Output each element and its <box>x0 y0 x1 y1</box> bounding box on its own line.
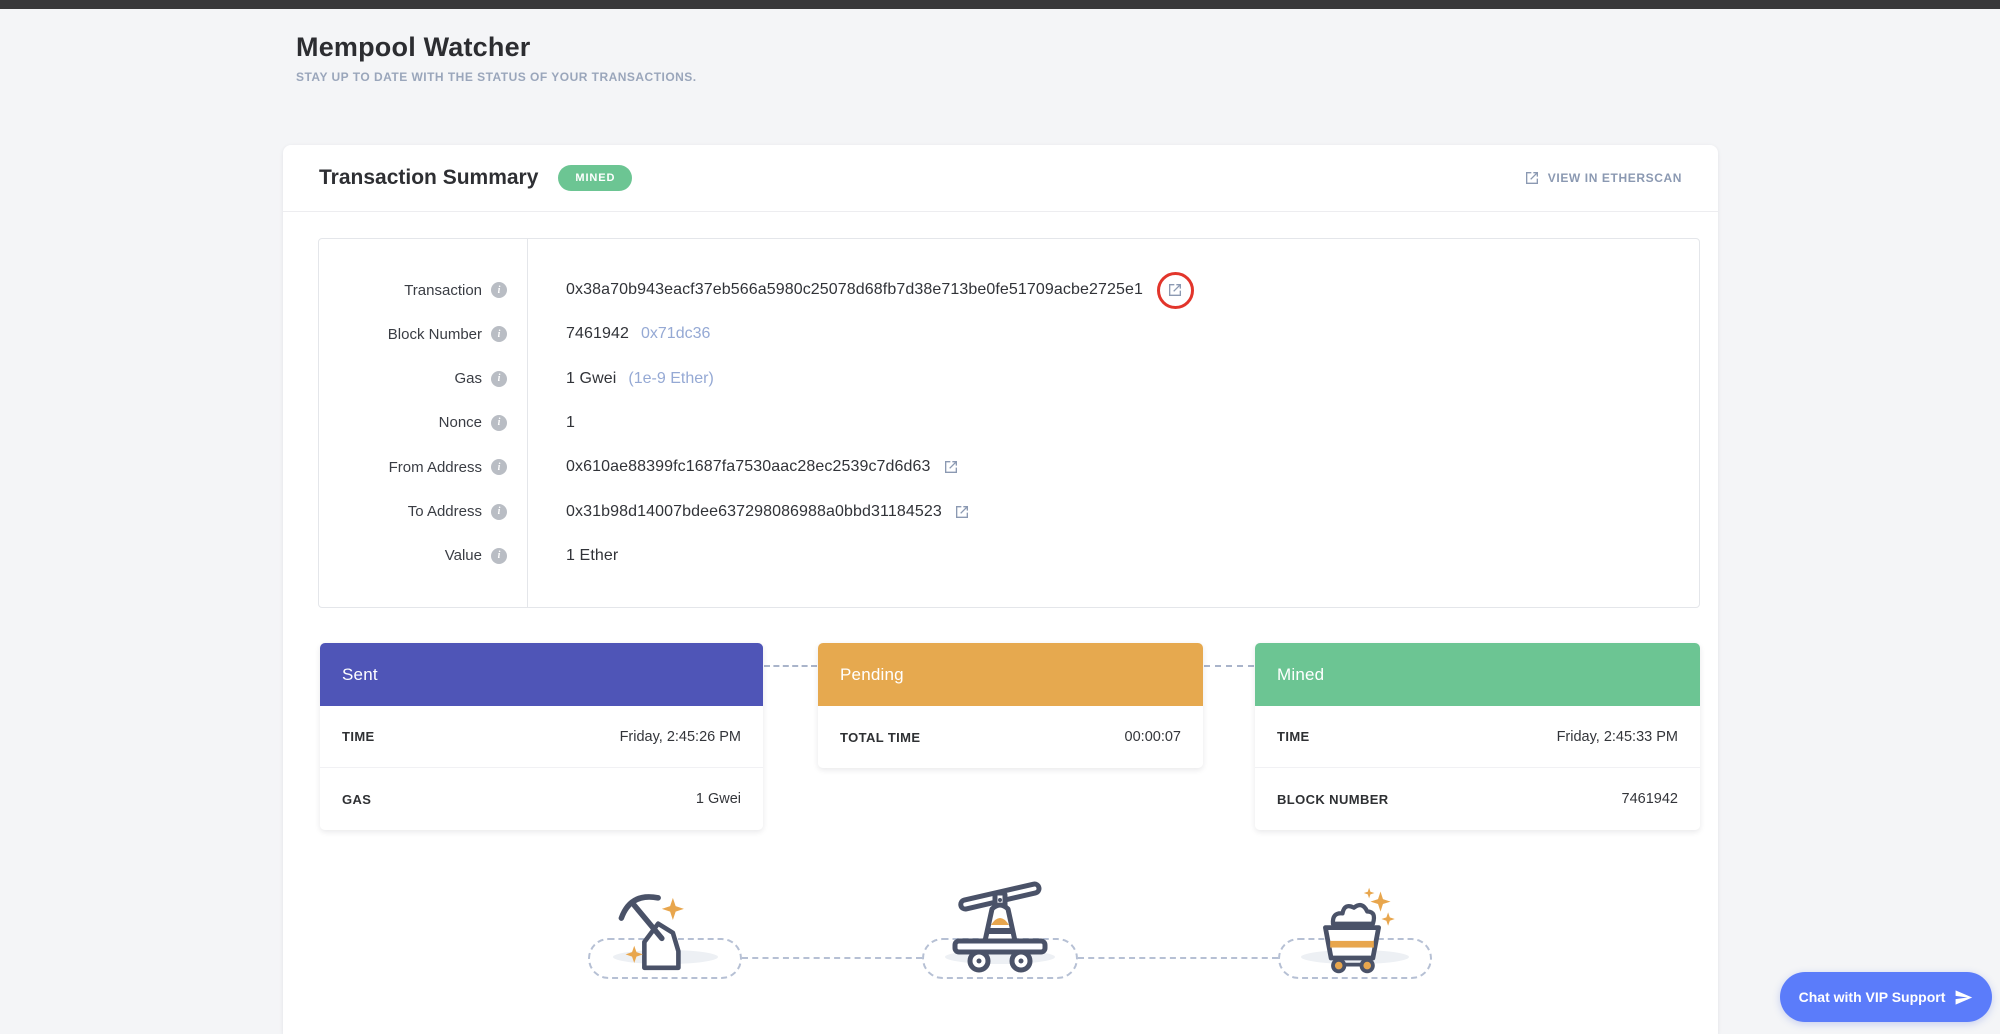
handcar-icon <box>943 875 1058 975</box>
external-link-icon[interactable] <box>1167 282 1183 298</box>
mined-status-card: Mined TIME Friday, 2:45:33 PM BLOCK NUMB… <box>1255 643 1700 830</box>
sent-card-header: Sent <box>320 643 763 706</box>
table-row-from-address: From Address i 0x610ae88399fc1687fa7530a… <box>319 445 1699 489</box>
chat-button-label: Chat with VIP Support <box>1799 989 1946 1005</box>
info-icon[interactable]: i <box>491 282 507 298</box>
status-badge: MINED <box>558 165 632 191</box>
sent-pending-connector <box>764 665 817 667</box>
info-icon[interactable]: i <box>491 504 507 520</box>
transaction-hash: 0x38a70b943eacf37eb566a5980c25078d68fb7d… <box>566 281 1143 299</box>
page-header: Mempool Watcher STAY UP TO DATE WITH THE… <box>296 32 697 84</box>
row-label: TIME <box>342 729 375 744</box>
external-link-icon[interactable] <box>954 504 970 520</box>
pending-mined-connector <box>1204 665 1254 667</box>
column-divider <box>527 239 528 607</box>
mined-block-number-row: BLOCK NUMBER 7461942 <box>1255 768 1700 830</box>
transaction-details-table: Transaction i 0x38a70b943eacf37eb566a598… <box>318 238 1700 608</box>
table-row-block-number: Block Number i 7461942 0x71dc36 <box>319 312 1699 356</box>
page-title: Mempool Watcher <box>296 32 697 63</box>
info-icon[interactable]: i <box>491 415 507 431</box>
pending-total-time-value: 00:00:07 <box>1125 729 1181 745</box>
table-row-nonce: Nonce i 1 <box>319 401 1699 445</box>
ether-value: 1 Ether <box>566 547 618 565</box>
info-icon[interactable]: i <box>491 459 507 475</box>
paper-plane-icon <box>1954 988 1973 1007</box>
pending-card-header: Pending <box>818 643 1203 706</box>
row-label: GAS <box>342 792 371 807</box>
mined-time-row: TIME Friday, 2:45:33 PM <box>1255 706 1700 768</box>
to-address-value: 0x31b98d14007bdee637298086988a0bbd311845… <box>566 503 942 521</box>
info-icon[interactable]: i <box>491 371 507 387</box>
row-label: Gas <box>454 370 482 387</box>
pickaxe-rock-icon <box>610 885 710 977</box>
from-address-value: 0x610ae88399fc1687fa7530aac28ec2539c7d6d… <box>566 458 931 476</box>
mined-card-title: Mined <box>1277 665 1324 685</box>
table-row-value: Value i 1 Ether <box>319 534 1699 578</box>
row-label: Block Number <box>388 326 482 343</box>
card-header: Transaction Summary MINED VIEW IN ETHERS… <box>283 145 1718 212</box>
table-row-transaction: Transaction i 0x38a70b943eacf37eb566a598… <box>319 268 1699 312</box>
row-label: Nonce <box>439 414 482 431</box>
chat-with-vip-support-button[interactable]: Chat with VIP Support <box>1780 972 1992 1022</box>
external-link-icon[interactable] <box>943 459 959 475</box>
pending-total-time-row: TOTAL TIME 00:00:07 <box>818 706 1203 768</box>
nonce-value: 1 <box>566 414 575 432</box>
mined-time-value: Friday, 2:45:33 PM <box>1557 729 1678 745</box>
row-label: TOTAL TIME <box>840 730 920 745</box>
mined-card-header: Mined <box>1255 643 1700 706</box>
table-row-gas: Gas i 1 Gwei (1e-9 Ether) <box>319 357 1699 401</box>
row-label: To Address <box>408 503 482 520</box>
external-link-icon <box>1524 170 1540 186</box>
view-in-etherscan-link[interactable]: VIEW IN ETHERSCAN <box>1524 170 1682 186</box>
gas-value: 1 Gwei <box>566 370 616 388</box>
table-row-to-address: To Address i 0x31b98d14007bdee6372980869… <box>319 489 1699 533</box>
sent-card-title: Sent <box>342 665 378 685</box>
row-label: From Address <box>389 459 482 476</box>
page-subtitle: STAY UP TO DATE WITH THE STATUS OF YOUR … <box>296 70 697 84</box>
gas-ether-equivalent: (1e-9 Ether) <box>628 370 713 388</box>
pending-card-title: Pending <box>840 665 904 685</box>
etherscan-link-label: VIEW IN ETHERSCAN <box>1548 171 1682 185</box>
row-label: Value <box>445 547 482 564</box>
row-label: BLOCK NUMBER <box>1277 792 1389 807</box>
info-icon[interactable]: i <box>491 326 507 342</box>
mining-cart-icon <box>1303 882 1401 977</box>
top-window-bar <box>0 0 2000 9</box>
mined-block-number-value: 7461942 <box>1622 791 1678 807</box>
transaction-summary-card: Transaction Summary MINED VIEW IN ETHERS… <box>283 145 1718 1034</box>
journey-connector-2 <box>1078 957 1278 959</box>
sent-gas-row: GAS 1 Gwei <box>320 768 763 830</box>
sent-time-value: Friday, 2:45:26 PM <box>620 729 741 745</box>
block-number-hex: 0x71dc36 <box>641 325 710 343</box>
sent-time-row: TIME Friday, 2:45:26 PM <box>320 706 763 768</box>
pending-status-card: Pending TOTAL TIME 00:00:07 <box>818 643 1203 768</box>
sent-status-card: Sent TIME Friday, 2:45:26 PM GAS 1 Gwei <box>320 643 763 830</box>
journey-connector-1 <box>742 957 922 959</box>
row-label: Transaction <box>404 282 482 299</box>
info-icon[interactable]: i <box>491 548 507 564</box>
sent-gas-value: 1 Gwei <box>696 791 741 807</box>
row-label: TIME <box>1277 729 1310 744</box>
card-title: Transaction Summary <box>319 166 538 190</box>
block-number-value: 7461942 <box>566 325 629 343</box>
red-annotation-circle <box>1157 272 1194 309</box>
